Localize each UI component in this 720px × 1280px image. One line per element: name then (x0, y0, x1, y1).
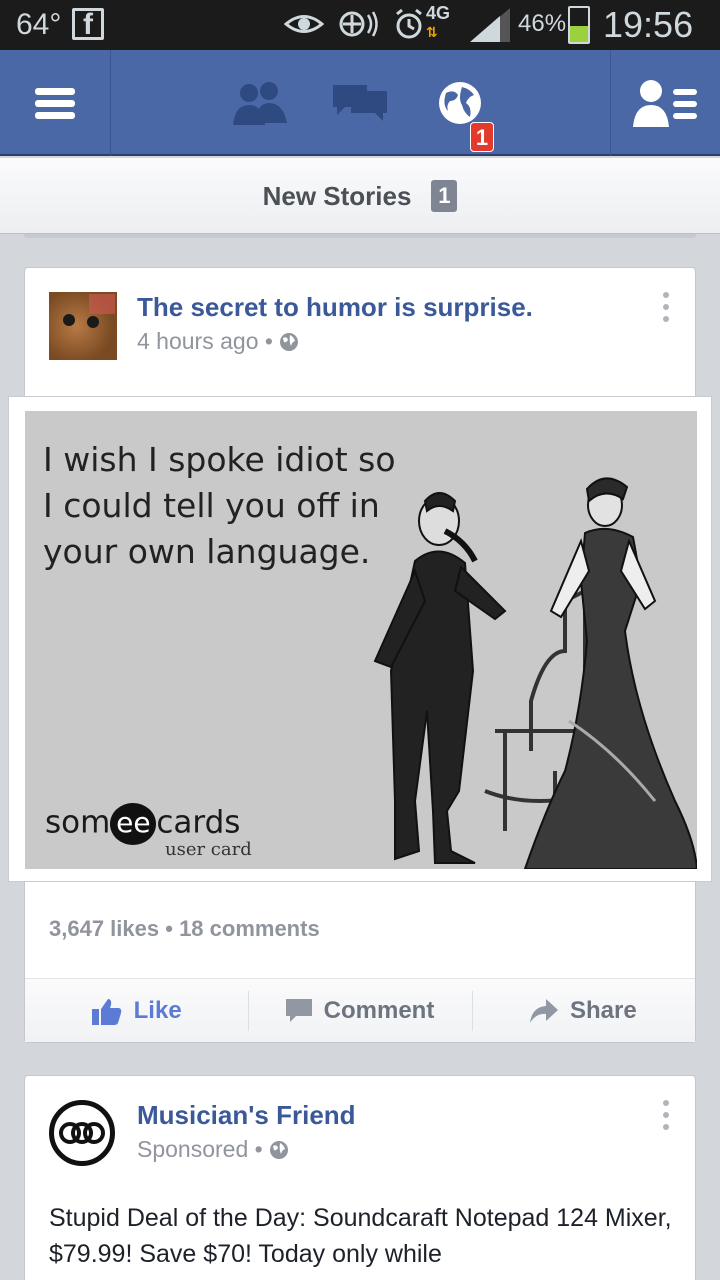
new-stories-bar[interactable]: New Stories 1 (0, 158, 720, 234)
post-meta: 4 hours ago • (137, 328, 299, 355)
post-author-avatar[interactable] (49, 292, 117, 360)
status-icons (283, 6, 425, 40)
signal-icon (470, 8, 510, 42)
nfc-icon (339, 11, 379, 37)
likes-count[interactable]: 3,647 likes (49, 916, 159, 941)
ecard-quote: I wish I spoke idiot so I could tell you… (43, 440, 396, 571)
sponsored-page-name[interactable]: Musician's Friend (137, 1100, 356, 1131)
friend-requests-button[interactable] (222, 50, 298, 156)
notifications-badge: 1 (470, 122, 494, 152)
share-button[interactable]: Share (471, 979, 695, 1042)
eye-icon (283, 15, 325, 34)
alarm-icon (395, 8, 422, 39)
post-title[interactable]: The secret to humor is surprise. (137, 292, 533, 323)
battery-icon (568, 6, 590, 44)
globe-notifications-icon (439, 82, 481, 124)
post-time[interactable]: 4 hours ago (137, 328, 258, 354)
sponsored-post-card: Musician's Friend Sponsored • Stupid Dea… (24, 1075, 696, 1280)
thumbs-up-icon (91, 997, 122, 1025)
comments-count[interactable]: 18 comments (179, 916, 320, 941)
friends-icon (233, 82, 287, 125)
post-photo[interactable]: I wish I spoke idiot so I could tell you… (25, 411, 697, 869)
new-stories-label: New Stories (262, 180, 412, 211)
ad-options-icon[interactable] (663, 1100, 671, 1136)
sponsored-label: Sponsored (137, 1136, 249, 1162)
share-icon (529, 998, 558, 1023)
comment-label: Comment (323, 996, 435, 1024)
like-label: Like (133, 996, 182, 1024)
menu-icon (35, 83, 75, 124)
user-card-label: user card (165, 839, 252, 860)
share-label: Share (569, 996, 637, 1024)
sponsored-post-text: Stupid Deal of the Day: Soundcaraft Note… (49, 1204, 672, 1268)
musicians-friend-logo[interactable] (49, 1100, 115, 1166)
clock: 19:56 (603, 4, 694, 45)
globe-icon (280, 333, 299, 351)
sponsored-meta: Sponsored • (137, 1136, 289, 1163)
menu-button[interactable] (0, 50, 110, 156)
new-stories-count: 1 (431, 180, 458, 212)
victorian-couple-illustration (373, 477, 697, 869)
comment-icon (285, 998, 312, 1023)
temperature: 64° (16, 8, 62, 41)
post-photo-frame[interactable]: I wish I spoke idiot so I could tell you… (8, 396, 712, 882)
post-options-icon[interactable] (663, 292, 671, 328)
friends-list-button[interactable] (610, 50, 720, 156)
status-bar: 64° f 4G ⇅ 46% 19:56 (0, 0, 720, 50)
top-nav-bar: 1 (0, 50, 720, 156)
messages-button[interactable] (330, 50, 390, 156)
facebook-icon: f (72, 8, 104, 40)
messages-icon (333, 85, 387, 121)
post-actions: Like Comment Share (25, 978, 695, 1042)
network-4g-icon: 4G ⇅ (426, 3, 451, 40)
globe-icon (270, 1141, 289, 1159)
comment-button[interactable]: Comment (248, 979, 471, 1042)
battery-percent: 46% (518, 10, 567, 37)
post-stats: 3,647 likes • 18 comments (49, 916, 320, 941)
like-button[interactable]: Like (25, 979, 248, 1042)
friend-requests-icon (633, 80, 697, 127)
previous-card-edge (24, 234, 696, 238)
